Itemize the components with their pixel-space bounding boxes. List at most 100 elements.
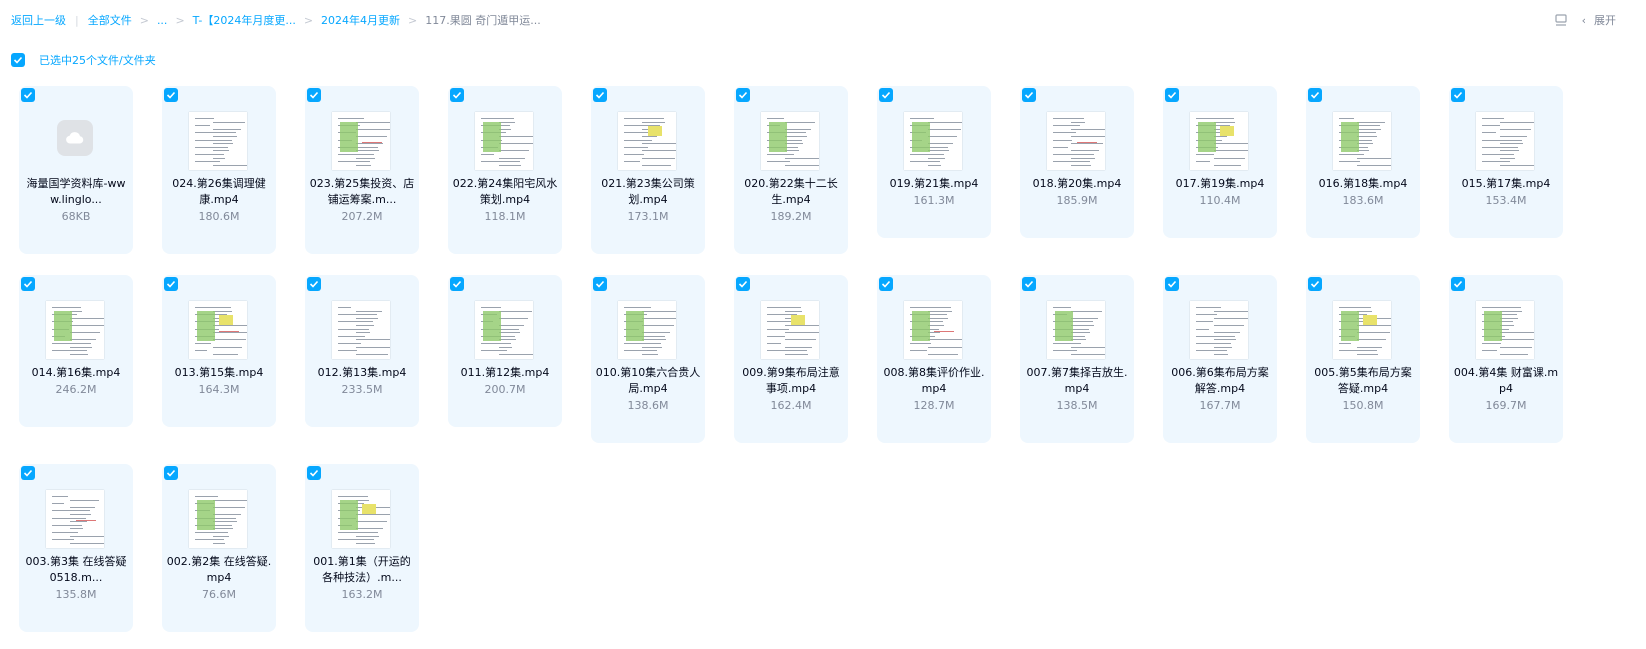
file-card[interactable]: 023.第25集投资、店铺运筹案.m... 207.2M xyxy=(305,86,419,254)
file-name: 018.第20集.mp4 xyxy=(1032,177,1122,190)
file-size: 180.6M xyxy=(198,210,240,223)
file-card[interactable]: 018.第20集.mp4 185.9M xyxy=(1020,86,1134,238)
file-checkbox[interactable] xyxy=(1165,88,1179,102)
file-checkbox[interactable] xyxy=(21,466,35,480)
file-card[interactable]: 024.第26集调理健康.mp4 180.6M xyxy=(162,86,276,254)
file-card[interactable]: 008.第8集评价作业.mp4 128.7M xyxy=(877,275,991,443)
file-card[interactable]: 007.第7集择吉放生.mp4 138.5M xyxy=(1020,275,1134,443)
breadcrumb-root[interactable]: 全部文件 xyxy=(88,12,132,28)
file-card[interactable]: 004.第4集 财富课.mp4 169.7M xyxy=(1449,275,1563,443)
file-checkbox[interactable] xyxy=(1451,277,1465,291)
file-card[interactable]: 017.第19集.mp4 110.4M xyxy=(1163,86,1277,238)
file-name: 020.第22集十二长生.mp4 xyxy=(744,177,838,206)
file-name: 009.第9集布局注意事项.mp4 xyxy=(742,366,840,395)
file-card[interactable]: 013.第15集.mp4 164.3M xyxy=(162,275,276,427)
file-card[interactable]: 012.第13集.mp4 233.5M xyxy=(305,275,419,427)
file-size: 68KB xyxy=(61,210,91,223)
file-size: 118.1M xyxy=(484,210,526,223)
file-card[interactable]: 021.第23集公司策划.mp4 173.1M xyxy=(591,86,705,254)
file-size: 207.2M xyxy=(341,210,383,223)
file-name: 017.第19集.mp4 xyxy=(1175,177,1265,190)
breadcrumb-level2[interactable]: 2024年4月更新 xyxy=(321,12,400,28)
file-checkbox[interactable] xyxy=(307,88,321,102)
list-view-icon[interactable] xyxy=(1554,13,1568,27)
file-checkbox[interactable] xyxy=(164,88,178,102)
file-card[interactable]: 005.第5集布局方案答疑.mp4 150.8M xyxy=(1306,275,1420,443)
file-checkbox[interactable] xyxy=(21,88,35,102)
file-checkbox[interactable] xyxy=(1451,88,1465,102)
file-checkbox[interactable] xyxy=(164,277,178,291)
file-card[interactable]: 006.第6集布局方案解答.mp4 167.7M xyxy=(1163,275,1277,443)
video-thumbnail xyxy=(1476,112,1534,170)
file-checkbox[interactable] xyxy=(1308,277,1322,291)
expand-label: 展开 xyxy=(1594,14,1616,27)
file-checkbox[interactable] xyxy=(736,277,750,291)
check-icon xyxy=(166,469,176,477)
video-thumbnail xyxy=(189,301,247,359)
file-name: 014.第16集.mp4 xyxy=(31,366,121,379)
chevron-left-icon: ‹ xyxy=(1581,13,1586,27)
file-card[interactable]: 015.第17集.mp4 153.4M xyxy=(1449,86,1563,238)
file-size: 200.7M xyxy=(484,383,526,396)
breadcrumb-ellipsis[interactable]: ... xyxy=(157,14,168,27)
video-thumbnail xyxy=(332,112,390,170)
file-size: 173.1M xyxy=(627,210,669,223)
check-icon xyxy=(881,280,891,288)
video-thumbnail xyxy=(189,112,247,170)
file-card[interactable]: 011.第12集.mp4 200.7M xyxy=(448,275,562,427)
file-checkbox[interactable] xyxy=(307,466,321,480)
file-size: 183.6M xyxy=(1342,194,1384,207)
video-thumbnail xyxy=(46,301,104,359)
select-all-checkbox[interactable] xyxy=(11,53,25,67)
file-checkbox[interactable] xyxy=(879,277,893,291)
file-card[interactable]: 016.第18集.mp4 183.6M xyxy=(1306,86,1420,238)
file-checkbox[interactable] xyxy=(593,277,607,291)
file-card[interactable]: 019.第21集.mp4 161.3M xyxy=(877,86,991,238)
file-name: 024.第26集调理健康.mp4 xyxy=(172,177,266,206)
file-card[interactable]: 010.第10集六合贵人局.mp4 138.6M xyxy=(591,275,705,443)
file-card[interactable]: 001.第1集（开运的各种技法）.m... 163.2M xyxy=(305,464,419,632)
file-checkbox[interactable] xyxy=(593,88,607,102)
file-size: 138.5M xyxy=(1056,399,1098,412)
file-checkbox[interactable] xyxy=(879,88,893,102)
file-name: 005.第5集布局方案答疑.mp4 xyxy=(1314,366,1412,395)
file-size: 76.6M xyxy=(202,588,236,601)
file-card[interactable]: 022.第24集阳宅风水策划.mp4 118.1M xyxy=(448,86,562,254)
file-size: 246.2M xyxy=(55,383,97,396)
file-card[interactable]: 014.第16集.mp4 246.2M xyxy=(19,275,133,427)
file-checkbox[interactable] xyxy=(1022,277,1036,291)
file-size: 150.8M xyxy=(1342,399,1384,412)
selection-bar: 已选中25个文件/文件夹 xyxy=(11,52,156,68)
back-link[interactable]: 返回上一级 xyxy=(11,12,66,28)
file-checkbox[interactable] xyxy=(1308,88,1322,102)
file-card[interactable]: 003.第3集 在线答疑0518.m... 135.8M xyxy=(19,464,133,632)
cloud-file-icon xyxy=(57,120,93,156)
file-name: 004.第4集 财富课.mp4 xyxy=(1453,366,1559,395)
file-checkbox[interactable] xyxy=(1165,277,1179,291)
check-icon xyxy=(309,469,319,477)
file-card[interactable]: 020.第22集十二长生.mp4 189.2M xyxy=(734,86,848,254)
check-icon xyxy=(452,91,462,99)
breadcrumb-level1[interactable]: T-【2024年月度更... xyxy=(193,12,296,28)
video-thumbnail xyxy=(904,301,962,359)
file-checkbox[interactable] xyxy=(450,88,464,102)
file-card[interactable]: 002.第2集 在线答疑.mp4 76.6M xyxy=(162,464,276,632)
check-icon xyxy=(23,91,33,99)
file-size: 161.3M xyxy=(913,194,955,207)
file-card[interactable]: 009.第9集布局注意事项.mp4 162.4M xyxy=(734,275,848,443)
file-checkbox[interactable] xyxy=(736,88,750,102)
file-name: 021.第23集公司策划.mp4 xyxy=(601,177,695,206)
file-checkbox[interactable] xyxy=(1022,88,1036,102)
file-checkbox[interactable] xyxy=(21,277,35,291)
file-checkbox[interactable] xyxy=(164,466,178,480)
expand-button[interactable]: ‹ 展开 xyxy=(1582,12,1616,28)
file-name: 003.第3集 在线答疑0518.m... xyxy=(25,555,127,584)
check-icon xyxy=(1024,91,1034,99)
video-thumbnail xyxy=(1047,112,1105,170)
view-tools: ‹ 展开 xyxy=(1554,12,1616,28)
file-size: 164.3M xyxy=(198,383,240,396)
file-checkbox[interactable] xyxy=(307,277,321,291)
file-card[interactable]: 海量国学资料库-www.linglo... 68KB xyxy=(19,86,133,254)
file-name: 016.第18集.mp4 xyxy=(1318,177,1408,190)
file-checkbox[interactable] xyxy=(450,277,464,291)
